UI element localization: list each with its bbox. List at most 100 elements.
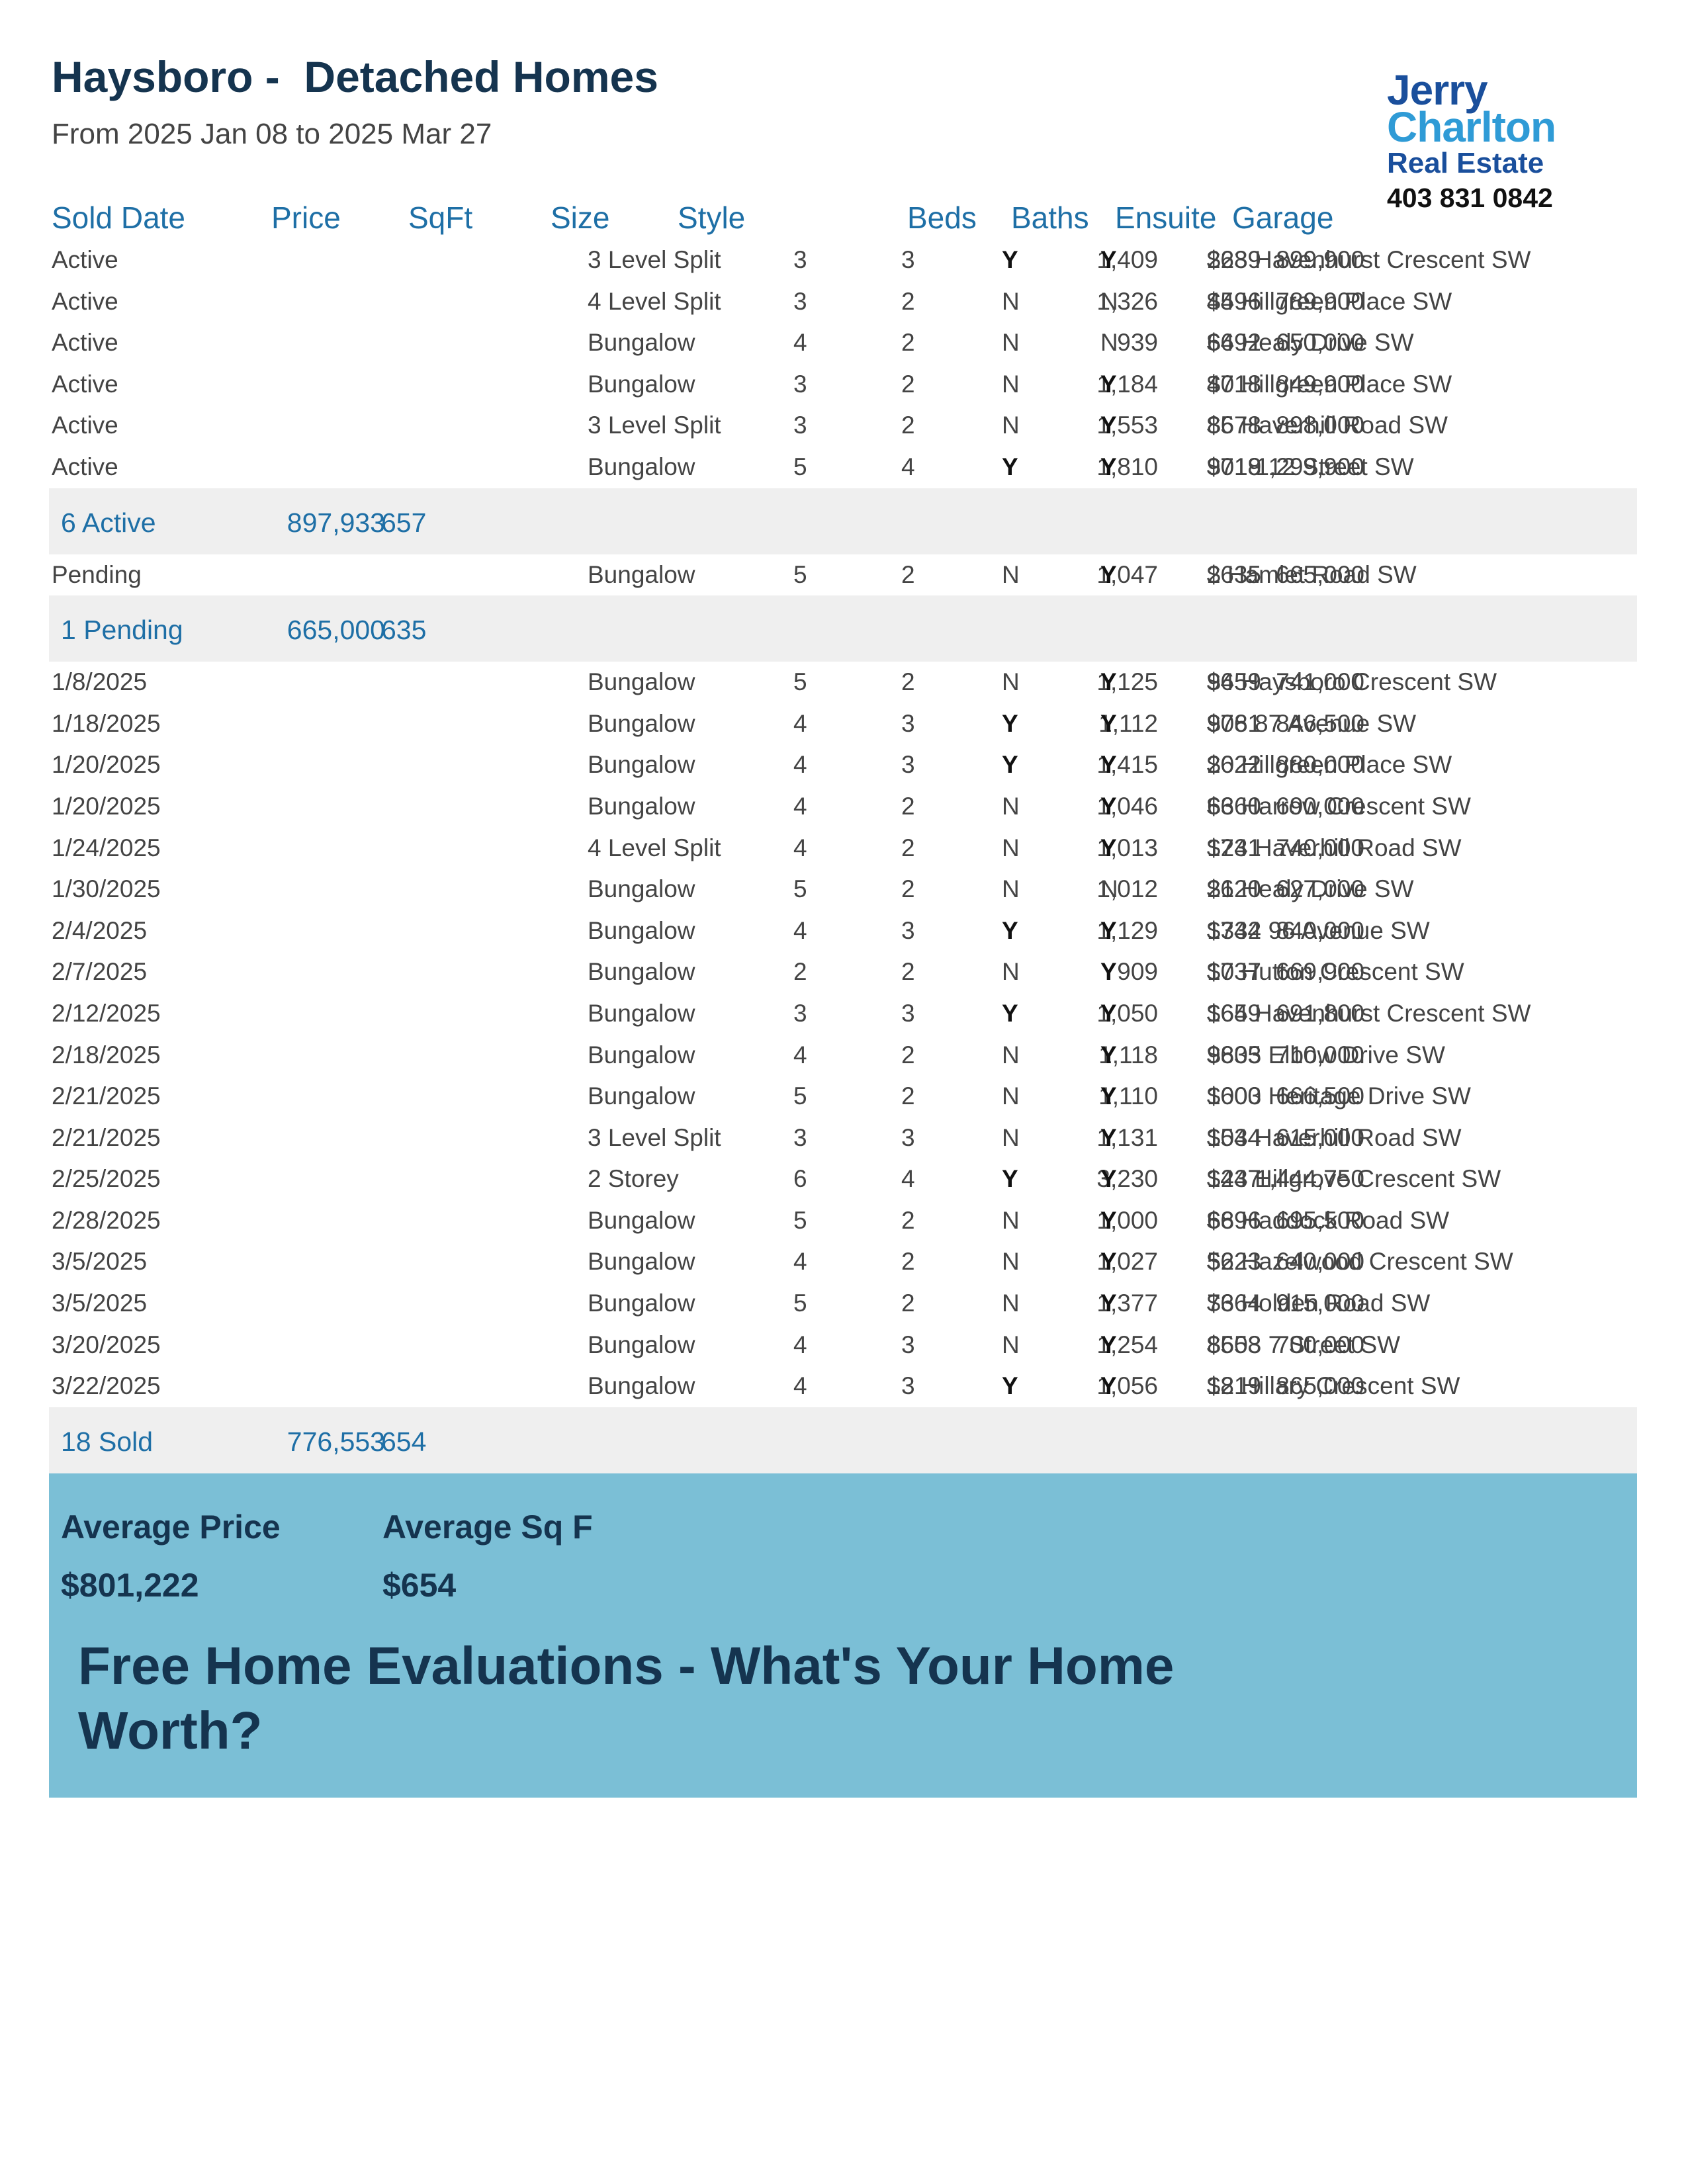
table-cell: 64 Healy Drive SW — [1207, 329, 1414, 357]
summary-sqft: 657 — [381, 507, 427, 538]
table-row: 1/20/2025 690,000 $660 1,046 Bungalow 4 2 N Y 63 … — [0, 786, 1688, 828]
table-cell: 9803 Elbow Drive SW — [1207, 1041, 1445, 1069]
table-cell: 3 Level Split — [588, 412, 721, 439]
table-cell: 4 — [793, 792, 807, 820]
table-cell: N — [1002, 958, 1020, 986]
table-cell: 103 Haverhill Road SW — [1207, 1123, 1462, 1151]
summary-price: 776,553 — [287, 1426, 385, 1457]
table-cell: N — [1002, 1206, 1020, 1234]
table-cell: 4 — [793, 916, 807, 944]
date-range: From 2025 Jan 08 to 2025 Mar 27 — [52, 118, 492, 150]
table-row: 2/21/2025 615,000 $544 1,131 3 Level Split 3 3… — [0, 1117, 1688, 1159]
summary-label: 18 Sold — [61, 1426, 154, 1457]
table-cell: 2 — [901, 1082, 915, 1110]
table-cell: 2 Storey — [588, 1165, 679, 1193]
table-cell: 2/25/2025 — [52, 1165, 161, 1193]
column-header: Garage — [1232, 200, 1334, 235]
table-cell: N — [1002, 1123, 1020, 1151]
table-cell: Active — [52, 453, 118, 480]
table-cell: Y — [1100, 1248, 1117, 1276]
table-cell: Bungalow — [588, 453, 695, 480]
table-cell: 3 — [793, 287, 807, 315]
table-cell: 2 — [901, 1289, 915, 1317]
table-row: Active 650,000 $692 939 Bungalow 4 2 N N 64 Healy… — [0, 322, 1688, 364]
table-cell: 2/28/2025 — [52, 1206, 161, 1234]
table-cell: Y — [1002, 916, 1018, 944]
table-cell: 3/22/2025 — [52, 1372, 161, 1400]
table-cell: 68 Haddock Road SW — [1207, 1206, 1450, 1234]
table-cell: Y — [1002, 453, 1018, 480]
table-cell: 3 — [793, 1123, 807, 1151]
table-cell: 3/5/2025 — [52, 1289, 148, 1317]
table-cell: Y — [1100, 1289, 1117, 1317]
pending-summary: 1 Pending 665,000 635 — [49, 595, 1637, 662]
column-header: Price — [271, 200, 341, 235]
table-cell: Active — [52, 329, 118, 357]
table-cell: 4 — [793, 1372, 807, 1400]
table-cell: 40 Hillgreen Place SW — [1207, 370, 1452, 398]
table-cell: 2/21/2025 — [52, 1123, 161, 1151]
table-cell: 3 — [901, 751, 915, 779]
table-cell: Bungalow — [588, 875, 695, 903]
table-cell: 3 — [793, 246, 807, 273]
table-cell: Bungalow — [588, 668, 695, 696]
table-cell: Bungalow — [588, 999, 695, 1027]
table-cell: 5 — [793, 1082, 807, 1110]
average-sqft-value: $654 — [382, 1566, 457, 1604]
table-cell: 1/24/2025 — [52, 834, 161, 861]
table-cell: 123 Hillgrove Crescent SW — [1207, 1165, 1501, 1193]
table-cell: 939 — [1117, 329, 1158, 357]
table-cell: Y — [1002, 1165, 1018, 1193]
table-row: 1/18/2025 846,500 $761 1,112 Bungalow 4 3 Y Y 908… — [0, 703, 1688, 745]
table-cell: 2 — [901, 668, 915, 696]
table-cell: 124 Haverhill Road SW — [1207, 834, 1462, 861]
table-cell: N — [1100, 329, 1118, 357]
table-cell: Y — [1100, 1082, 1117, 1110]
column-header: SqFt — [408, 200, 473, 235]
table-cell: 4 — [901, 1165, 915, 1193]
table-cell: 2 — [901, 792, 915, 820]
table-cell: Y — [1100, 916, 1117, 944]
table-cell: Y — [1100, 560, 1117, 588]
table-cell: 2 — [901, 412, 915, 439]
table-cell: Y — [1100, 709, 1117, 737]
table-cell: 2 — [901, 834, 915, 861]
table-cell: 20 Hillgreen Place SW — [1207, 751, 1452, 779]
averages-panel: Average Price Average Sq F $801,222 $654 Fre… — [49, 1473, 1637, 1798]
table-cell: Bungalow — [588, 916, 695, 944]
table-cell: 3 Level Split — [588, 246, 721, 273]
table-cell: Y — [1100, 792, 1117, 820]
table-row: Active 899,900 $639 1,409 3 Level Split 3 3 Y Y 2… — [0, 240, 1688, 281]
table-row: 3/20/2025 700,000 $558 1,254 Bungalow 4 3 N Y 860… — [0, 1325, 1688, 1366]
table-cell: N — [1002, 1082, 1020, 1110]
summary-label: 1 Pending — [61, 615, 183, 646]
table-cell: Y — [1002, 246, 1018, 273]
table-cell: N — [1002, 834, 1020, 861]
table-cell: Y — [1100, 1123, 1117, 1151]
summary-price: 665,000 — [287, 615, 385, 646]
table-cell: Bungalow — [588, 1041, 695, 1069]
table-row: Active 789,900 $596 1,326 4 Level Split 3 2 N N 4… — [0, 281, 1688, 323]
table-row: Active 1,299,900 $718 1,810 Bungalow 5 4 Y Y 9019… — [0, 447, 1688, 488]
table-cell: Active — [52, 287, 118, 315]
table-cell: 2/7/2025 — [52, 958, 148, 986]
average-sqft-label: Average Sq F — [382, 1508, 593, 1546]
table-cell: 21 Healy Drive SW — [1207, 875, 1414, 903]
table-cell: 12 Hillary Crescent SW — [1207, 1372, 1460, 1400]
table-cell: Bungalow — [588, 1248, 695, 1276]
table-cell: 2 — [901, 1041, 915, 1069]
table-cell: 6 — [793, 1165, 807, 1193]
column-header: Size — [551, 200, 610, 235]
table-cell: N — [1002, 370, 1020, 398]
table-cell: 4 — [793, 329, 807, 357]
table-cell: 3 — [901, 999, 915, 1027]
table-cell: Y — [1100, 453, 1117, 480]
table-cell: Active — [52, 370, 118, 398]
table-cell: N — [1100, 875, 1118, 903]
table-cell: Bungalow — [588, 709, 695, 737]
table-row: 1/20/2025 880,000 $622 1,415 Bungalow 4 3 Y Y 20 … — [0, 744, 1688, 786]
table-cell: 909 — [1117, 958, 1158, 986]
table-row: Pending 665,000 $635 1,047 Bungalow 5 2 N Y 2 Ham… — [0, 554, 1688, 596]
table-cell: N — [1002, 792, 1020, 820]
table-cell: 5 — [793, 668, 807, 696]
